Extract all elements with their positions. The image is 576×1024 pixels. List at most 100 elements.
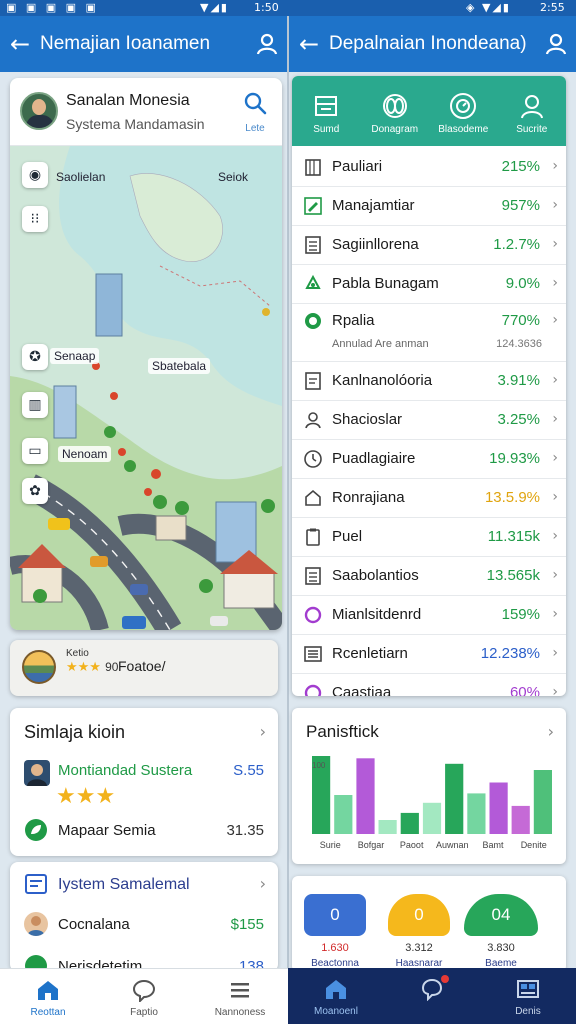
settings-icon[interactable]: ✿: [22, 478, 48, 504]
city-map[interactable]: ◉ ⁝⁝ ✪ ▥ ▭ ✿ Saolielan Seiok Senaap Sbat…: [10, 146, 282, 630]
avatar[interactable]: [20, 92, 58, 130]
nav-faptio[interactable]: Faptio: [96, 969, 192, 1024]
left-bottom-nav: Reottan Faptio Nannoness: [0, 968, 288, 1024]
chart-x-label: Denite: [521, 840, 547, 850]
chart-bar: [422, 802, 442, 834]
bus-icon[interactable]: ▭: [22, 438, 48, 464]
stat-value: 13.5.9%: [484, 489, 540, 506]
list-card-title: Iystem Samalemal: [58, 876, 190, 893]
stat-row[interactable]: Shacioslar 3.25% ›: [292, 401, 566, 440]
chevron-right-icon[interactable]: ›: [552, 606, 558, 622]
stat-row[interactable]: Ronrajiana 13.5.9% ›: [292, 479, 566, 518]
stat-row[interactable]: Puel 11.315k ›: [292, 518, 566, 557]
tab-donagram[interactable]: Donagram: [361, 76, 430, 146]
back-arrow-icon[interactable]: ←: [0, 30, 40, 58]
stat-name: Pabla Bunagam: [332, 275, 439, 292]
chevron-right-icon[interactable]: ›: [552, 275, 558, 291]
stat-row[interactable]: Kanlnanolóoria 3.91% ›: [292, 362, 566, 401]
chart-x-label: Bofgar: [358, 840, 385, 850]
building-icon[interactable]: ▥: [22, 392, 48, 418]
tab-sucrite[interactable]: Sucrite: [498, 76, 567, 146]
chevron-right-icon[interactable]: ›: [552, 528, 558, 544]
stat-row[interactable]: Pauliari 215% ›: [292, 148, 566, 187]
rating-small-label: Ketio: [66, 648, 89, 659]
stat-row[interactable]: Rpalia 770% › Annulad Are anman 124.3636: [292, 304, 566, 362]
nav-nannoness[interactable]: Nannoness: [192, 969, 288, 1024]
screen-divider: [287, 16, 289, 968]
chart-x-labels: Surie Bofgar Paoot Auwnan Bamt Denite: [320, 840, 547, 850]
chevron-right-icon[interactable]: ›: [260, 874, 266, 893]
document-icon: [302, 370, 324, 392]
chevron-right-icon[interactable]: ›: [552, 158, 558, 174]
chevron-right-icon[interactable]: ›: [552, 372, 558, 388]
chevron-right-icon[interactable]: ›: [552, 236, 558, 252]
nav-denis[interactable]: Denis: [480, 968, 576, 1024]
layers-icon[interactable]: ⁝⁝: [22, 206, 48, 232]
chevron-right-icon[interactable]: ›: [552, 567, 558, 583]
stat-row[interactable]: Rcenletiarn 12.238% ›: [292, 635, 566, 674]
stat-name: Pauliari: [332, 158, 383, 175]
list-card-iystem: Iystem Samalemal › Cocnalana $155 Nerisd…: [10, 862, 278, 972]
stat-sub-value: 124.3636: [496, 338, 542, 350]
nav-notifications[interactable]: [384, 968, 480, 1024]
chevron-right-icon[interactable]: ›: [552, 645, 558, 661]
stat-row[interactable]: Saabolantios 13.565k ›: [292, 557, 566, 596]
map-card: Sanalan Monesia Systema Mandamasin Lete: [10, 78, 282, 630]
chart-bars: [312, 756, 552, 834]
green-dot-icon: [302, 310, 324, 332]
star-rating: ★★★: [56, 784, 116, 809]
compass-icon[interactable]: ✪: [22, 344, 48, 370]
person-icon: [302, 409, 324, 431]
chart-bar: [356, 758, 375, 834]
stat-name: Shacioslar: [332, 411, 403, 428]
y-tick-label: 100: [312, 761, 326, 770]
chevron-right-icon[interactable]: ›: [552, 450, 558, 466]
recenter-icon[interactable]: ◉: [22, 162, 48, 188]
stat-value: 1.2.7%: [493, 236, 540, 253]
search-label: Lete: [245, 123, 265, 134]
map-label-top-right: Seiok: [218, 170, 249, 184]
summary-value-3: 3.830: [487, 942, 515, 954]
stat-row[interactable]: Puadlagiaire 19.93% ›: [292, 440, 566, 479]
stat-row[interactable]: Mianlsitdenrd 159% ›: [292, 596, 566, 635]
stat-row[interactable]: Caastiaa 60% ›: [292, 674, 566, 696]
chart-bar: [400, 812, 419, 834]
nav-label: Moanoenl: [314, 1006, 358, 1017]
tab-blasodeme[interactable]: Blasodeme: [429, 76, 498, 146]
list-card-simlaja: Simlaja kioin › Montiandad Sustera S.55 …: [10, 708, 278, 856]
chevron-right-icon[interactable]: ›: [552, 489, 558, 505]
chevron-right-icon[interactable]: ›: [552, 411, 558, 427]
user-icon[interactable]: [247, 33, 287, 55]
rating-strip[interactable]: Ketio ★★★ 90 Foatoe/: [10, 640, 278, 696]
chart-x-label: Auwnan: [436, 840, 469, 850]
chart-bar: [511, 805, 530, 834]
summary-value-1: 1.630: [321, 942, 349, 954]
notification-bubble-icon: [419, 975, 449, 1002]
status-time-left: 1:50: [254, 1, 279, 14]
nav-moanoenl[interactable]: Moanoenl: [288, 968, 384, 1024]
stat-value: 11.315k: [487, 528, 540, 545]
tab-sumd[interactable]: Sumd: [292, 76, 361, 146]
stat-row[interactable]: Pabla Bunagam 9.0% ›: [292, 265, 566, 304]
chevron-right-icon[interactable]: ›: [552, 312, 558, 328]
purple-ring-icon: [302, 682, 324, 696]
user-icon[interactable]: [536, 33, 576, 55]
nav-home[interactable]: Reottan: [0, 969, 96, 1024]
back-arrow-icon[interactable]: ←: [289, 30, 329, 58]
chevron-right-icon[interactable]: ›: [552, 197, 558, 213]
stat-row[interactable]: Manajamtiar 957% ›: [292, 187, 566, 226]
stat-row[interactable]: Sagiinllorena 1.2.7% ›: [292, 226, 566, 265]
summary-tile-3[interactable]: 04: [464, 894, 538, 936]
stat-value: 13.565k: [486, 567, 540, 584]
right-app-bar: ← Depalnaian Inondeana): [289, 16, 576, 72]
summary-tile-2[interactable]: 0: [388, 894, 450, 936]
search-icon: [244, 92, 267, 115]
person-icon: [517, 92, 547, 120]
stat-name: Caastiaa: [332, 684, 392, 696]
map-illustration: [10, 146, 282, 630]
chevron-right-icon[interactable]: ›: [552, 684, 558, 696]
summary-tile-1[interactable]: 0: [304, 894, 366, 936]
stat-name: Ronrajiana: [332, 489, 405, 506]
map-search-button[interactable]: Lete: [240, 90, 270, 134]
chevron-right-icon[interactable]: ›: [260, 722, 266, 741]
